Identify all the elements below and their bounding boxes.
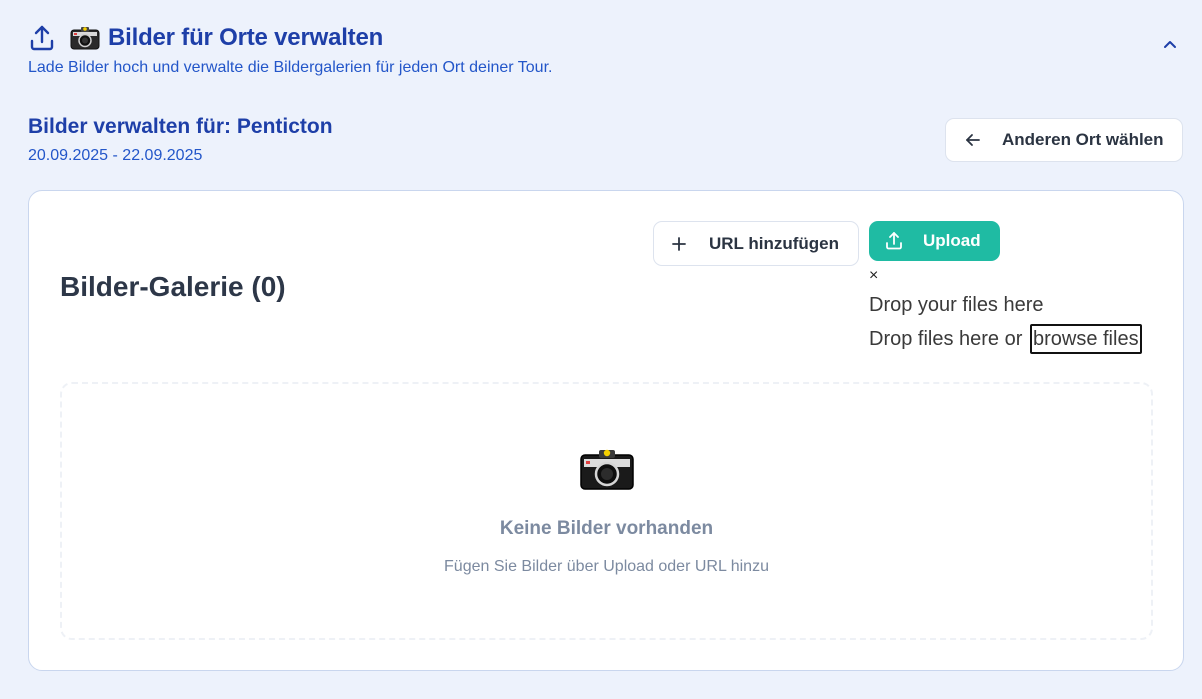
upload-icon <box>28 24 56 52</box>
dropzone-instructions-text: Drop files here or <box>869 328 1023 350</box>
arrow-left-icon <box>964 131 982 149</box>
section-subtitle: Lade Bilder hoch und verwalte die Bilder… <box>28 59 553 76</box>
change-location-button[interactable]: Anderen Ort wählen <box>945 118 1183 162</box>
camera-icon <box>70 25 100 51</box>
section-title-row: Bilder für Orte verwalten <box>28 20 1182 56</box>
upload-icon <box>884 231 904 251</box>
location-info: Bilder verwalten für: Penticton 20.09.20… <box>28 115 333 165</box>
empty-gallery-state: Keine Bilder vorhanden Fügen Sie Bilder … <box>60 382 1153 640</box>
browse-files-link[interactable]: browse files <box>1029 324 1142 354</box>
change-location-label: Anderen Ort wählen <box>1002 130 1164 149</box>
gallery-title: Bilder-Galerie (0) <box>60 271 286 302</box>
image-manager-page: Bilder für Orte verwalten Lade Bilder ho… <box>0 0 1202 699</box>
dropzone-title: Drop your files here <box>869 294 1044 316</box>
plus-icon <box>670 235 688 253</box>
collapse-toggle[interactable] <box>1158 34 1182 58</box>
empty-state-subtitle: Fügen Sie Bilder über Upload oder URL hi… <box>444 558 769 575</box>
gallery-card: Bilder-Galerie (0) URL hinzufügen Upload… <box>28 190 1184 671</box>
upload-label: Upload <box>923 231 981 250</box>
upload-button[interactable]: Upload <box>869 221 1000 261</box>
section-title: Bilder für Orte verwalten <box>108 24 384 51</box>
add-url-label: URL hinzufügen <box>709 233 839 253</box>
dropzone-instructions: Drop files here or browse files <box>869 324 1142 354</box>
dropzone-close-button[interactable]: × <box>869 267 878 285</box>
section-header: Bilder für Orte verwalten Lade Bilder ho… <box>28 20 1182 77</box>
empty-state-title: Keine Bilder vorhanden <box>499 518 714 539</box>
location-title: Bilder verwalten für: Penticton <box>28 115 333 138</box>
chevron-up-icon <box>1163 37 1177 55</box>
camera-icon <box>579 447 635 491</box>
add-url-button[interactable]: URL hinzufügen <box>653 221 859 266</box>
location-dates: 20.09.2025 - 22.09.2025 <box>28 147 203 164</box>
